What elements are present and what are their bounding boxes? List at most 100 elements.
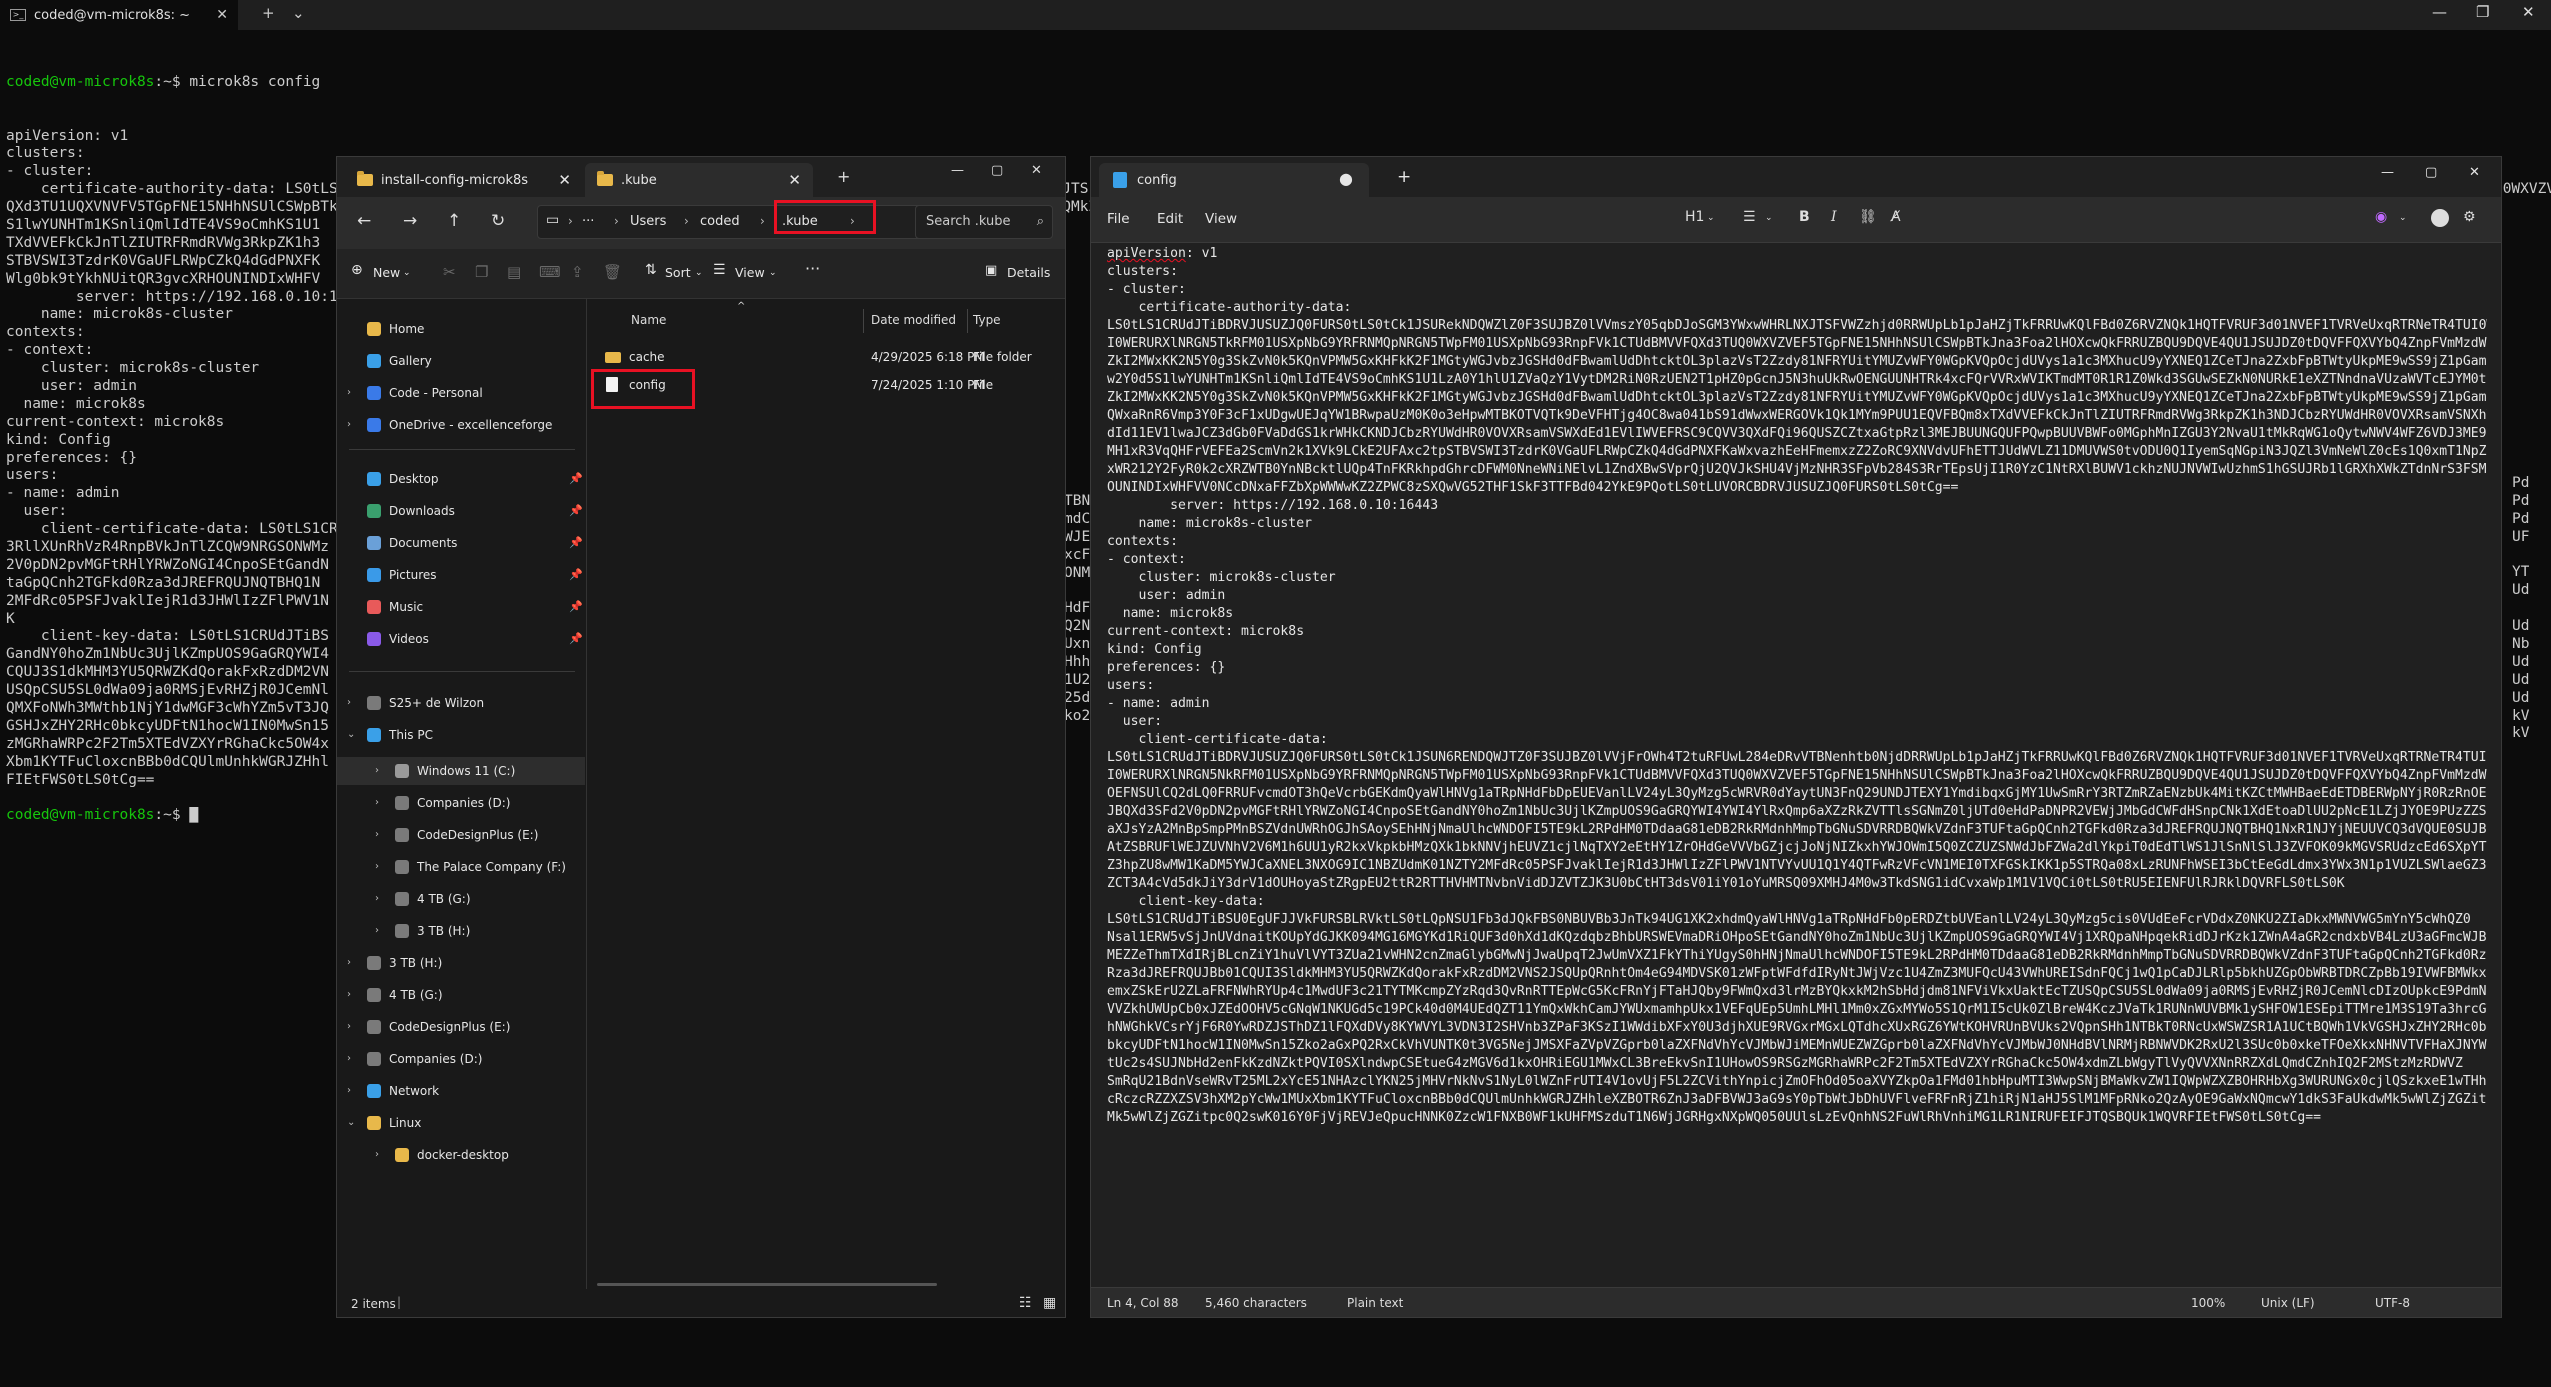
breadcrumb-more[interactable]: ···: [582, 214, 594, 229]
column-header-date[interactable]: Date modified: [871, 313, 956, 327]
address-bar[interactable]: ▭ › ··· › Users › coded › .kube ›: [537, 205, 937, 239]
explorer-tab-kube[interactable]: .kube ✕: [585, 163, 813, 197]
maximize-icon[interactable]: ▢: [991, 163, 1003, 178]
sidebar-item[interactable]: › 3 TB (H:): [337, 917, 585, 945]
gear-icon[interactable]: ⚙: [2463, 209, 2476, 225]
close-tab-icon[interactable]: ✕: [558, 171, 571, 189]
close-window-icon[interactable]: ✕: [2469, 165, 2480, 180]
maximize-icon[interactable]: ▢: [2425, 165, 2437, 180]
file-row-cache[interactable]: cache 4/29/2025 6:18 PM File folder: [587, 343, 1063, 371]
view-button[interactable]: View: [735, 265, 765, 280]
delete-icon[interactable]: 🗑: [603, 263, 622, 281]
sidebar-item[interactable]: › OneDrive - excellenceforge: [337, 411, 585, 439]
minimize-icon[interactable]: —: [951, 163, 964, 178]
zoom-level[interactable]: 100%: [2191, 1296, 2225, 1310]
bold-icon[interactable]: B: [1799, 209, 1810, 225]
up-icon[interactable]: ↑: [447, 211, 461, 231]
sidebar-item[interactable]: ⌄ This PC: [337, 721, 585, 749]
column-header-name[interactable]: Name: [631, 313, 666, 327]
sidebar-item[interactable]: Downloads 📌: [337, 497, 585, 525]
sidebar-item[interactable]: › 4 TB (G:): [337, 885, 585, 913]
chevron-right-icon[interactable]: ›: [347, 419, 351, 430]
chevron-right-icon[interactable]: ›: [347, 1053, 351, 1064]
sidebar-item[interactable]: › Companies (D:): [337, 789, 585, 817]
tiles-view-icon[interactable]: ▦: [1043, 1295, 1056, 1311]
close-tab-icon[interactable]: ✕: [788, 171, 801, 189]
column-divider[interactable]: [967, 309, 968, 333]
sidebar-item[interactable]: Videos 📌: [337, 625, 585, 653]
file-list[interactable]: Name ^ Date modified Type cache 4/29/202…: [587, 299, 1065, 1289]
menu-edit[interactable]: Edit: [1157, 211, 1183, 227]
chevron-right-icon[interactable]: ›: [375, 893, 379, 904]
tab-dropdown-button[interactable]: ⌄: [292, 4, 305, 22]
menu-view[interactable]: View: [1205, 211, 1237, 227]
notepad-tab-config[interactable]: config ●: [1099, 163, 1369, 197]
rename-icon[interactable]: ⌨: [539, 263, 561, 281]
refresh-icon[interactable]: ↻: [491, 211, 505, 231]
heading-dropdown[interactable]: H1: [1685, 209, 1704, 225]
more-options-button[interactable]: ···: [805, 259, 820, 278]
spellcheck-word[interactable]: apiVersion: [1107, 246, 1186, 261]
back-icon[interactable]: ←: [357, 211, 371, 231]
sidebar-item[interactable]: › The Palace Company (F:): [337, 853, 585, 881]
copilot-icon[interactable]: ◉: [2375, 209, 2387, 225]
sidebar-item[interactable]: › CodeDesignPlus (E:): [337, 821, 585, 849]
link-icon[interactable]: ⛓: [1859, 209, 1877, 225]
forward-icon[interactable]: →: [403, 211, 417, 231]
column-header-type[interactable]: Type: [973, 313, 1001, 327]
chevron-down-icon[interactable]: ⌄: [347, 729, 355, 740]
close-window-icon[interactable]: ✕: [2522, 3, 2535, 21]
sidebar-item[interactable]: Pictures 📌: [337, 561, 585, 589]
paste-icon[interactable]: ▤: [507, 263, 521, 281]
new-tab-button[interactable]: +: [837, 167, 850, 186]
chevron-right-icon[interactable]: ›: [375, 829, 379, 840]
avatar[interactable]: [2431, 209, 2449, 227]
sidebar-item[interactable]: › Network: [337, 1077, 585, 1105]
chevron-right-icon[interactable]: ›: [347, 387, 351, 398]
minimize-icon[interactable]: —: [2381, 165, 2394, 180]
chevron-right-icon[interactable]: ›: [347, 1085, 351, 1096]
cursor-position[interactable]: Ln 4, Col 88: [1107, 1296, 1179, 1310]
cut-icon[interactable]: ✂: [443, 263, 456, 281]
sidebar-item[interactable]: Desktop 📌: [337, 465, 585, 493]
share-icon[interactable]: ⇪: [571, 263, 584, 281]
new-tab-button[interactable]: +: [1397, 167, 1411, 187]
chevron-right-icon[interactable]: ›: [347, 989, 351, 1000]
sidebar-item[interactable]: › CodeDesignPlus (E:): [337, 1013, 585, 1041]
terminal-tab[interactable]: >_ coded@vm-microk8s: ~ ✕: [0, 0, 238, 30]
sidebar-item[interactable]: › Companies (D:): [337, 1045, 585, 1073]
sidebar-item[interactable]: › Code - Personal: [337, 379, 585, 407]
menu-file[interactable]: File: [1107, 211, 1130, 227]
chevron-right-icon[interactable]: ›: [375, 1149, 379, 1160]
text-format[interactable]: Plain text: [1347, 1296, 1403, 1310]
chevron-right-icon[interactable]: ›: [375, 925, 379, 936]
search-box[interactable]: Search .kube ⌕: [915, 205, 1053, 239]
chevron-right-icon[interactable]: ›: [347, 1021, 351, 1032]
notepad-editor[interactable]: apiVersion: v1 clusters: - cluster: certif…: [1107, 245, 2487, 1275]
italic-icon[interactable]: I: [1831, 209, 1837, 225]
clear-formatting-icon[interactable]: A̸: [1891, 209, 1901, 225]
sidebar-item[interactable]: Documents 📌: [337, 529, 585, 557]
sidebar-item[interactable]: › Windows 11 (C:): [337, 757, 585, 785]
details-view-icon[interactable]: ☷: [1019, 1295, 1032, 1311]
chevron-down-icon[interactable]: ⌄: [347, 1117, 355, 1128]
chevron-right-icon[interactable]: ›: [375, 861, 379, 872]
close-window-icon[interactable]: ✕: [1031, 163, 1042, 178]
new-button[interactable]: New: [373, 265, 400, 280]
explorer-tab-install-config[interactable]: install-config-microk8s ✕: [345, 163, 583, 197]
sidebar-item[interactable]: › 4 TB (G:): [337, 981, 585, 1009]
sidebar-item[interactable]: › S25+ de Wilzon: [337, 689, 585, 717]
details-button[interactable]: Details: [1007, 265, 1050, 280]
encoding[interactable]: UTF-8: [2375, 1296, 2410, 1310]
unsaved-dot-icon[interactable]: ●: [1339, 169, 1353, 188]
chevron-right-icon[interactable]: ›: [347, 697, 351, 708]
sort-button[interactable]: Sort: [665, 265, 691, 280]
line-ending[interactable]: Unix (LF): [2261, 1296, 2315, 1310]
breadcrumb-users[interactable]: Users: [630, 214, 666, 229]
copy-icon[interactable]: ❐: [475, 263, 488, 281]
chevron-right-icon[interactable]: ›: [347, 957, 351, 968]
notepad-window[interactable]: config ● + — ▢ ✕ File Edit View H1 ⌄ ☰ ⌄…: [1090, 156, 2502, 1318]
sidebar-item[interactable]: ⌄ Linux: [337, 1109, 585, 1137]
file-explorer-window[interactable]: install-config-microk8s ✕ .kube ✕ + — ▢ …: [336, 156, 1066, 1318]
list-icon[interactable]: ☰: [1743, 209, 1756, 225]
